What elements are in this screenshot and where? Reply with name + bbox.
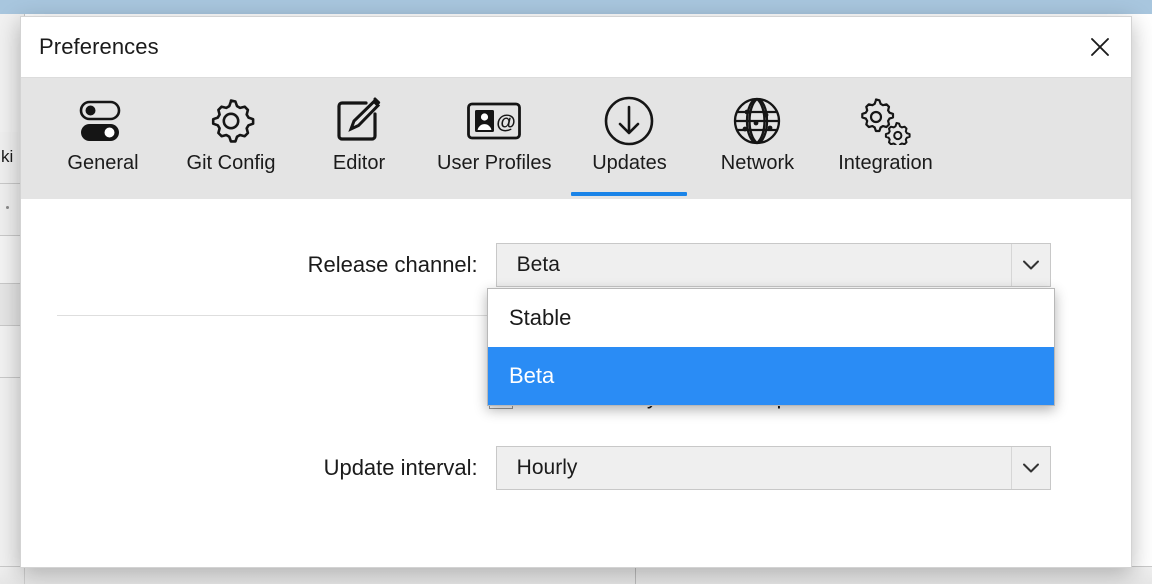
tab-underline bbox=[45, 192, 161, 196]
tab-editor[interactable]: Editor bbox=[295, 78, 423, 200]
dropdown-option-stable[interactable]: Stable bbox=[488, 289, 1054, 347]
tab-underline bbox=[301, 192, 417, 196]
tab-label: Network bbox=[720, 152, 795, 174]
release-channel-label: Release channel: bbox=[307, 252, 478, 277]
dropdown-option-beta[interactable]: Beta bbox=[488, 347, 1054, 405]
preferences-tabstrip: General Git Config Editor @ User Profile… bbox=[21, 77, 1131, 199]
close-icon bbox=[1089, 36, 1111, 58]
tab-label: Git Config bbox=[186, 152, 276, 174]
release-channel-combobox[interactable]: Beta bbox=[495, 243, 1051, 287]
release-channel-value: Beta bbox=[516, 253, 560, 276]
tab-label: Editor bbox=[332, 152, 386, 174]
pencil-square-icon bbox=[334, 92, 384, 150]
tab-general[interactable]: General bbox=[39, 78, 167, 200]
background-window-titlebar bbox=[0, 0, 1152, 14]
tab-label: Updates bbox=[592, 152, 667, 174]
toggles-icon bbox=[77, 92, 129, 150]
svg-text:@: @ bbox=[496, 112, 516, 134]
close-button[interactable] bbox=[1069, 17, 1131, 76]
contact-card-icon: @ bbox=[466, 92, 522, 150]
background-window-statusbar bbox=[0, 566, 1152, 584]
globe-icon bbox=[731, 92, 783, 150]
gear-icon bbox=[206, 92, 256, 150]
tab-label: Integration bbox=[838, 152, 933, 174]
tab-underline bbox=[827, 192, 943, 196]
tab-underline bbox=[173, 192, 289, 196]
dialog-titlebar: Preferences bbox=[21, 17, 1131, 77]
dialog-title: Preferences bbox=[39, 34, 159, 59]
tab-label: General bbox=[67, 152, 139, 174]
tab-integration[interactable]: Integration bbox=[821, 78, 949, 200]
screen: ki Preferences General Git Config Editor… bbox=[0, 0, 1152, 584]
chevron-down-icon[interactable] bbox=[1011, 447, 1050, 489]
tab-underline bbox=[699, 192, 815, 196]
tab-git-config[interactable]: Git Config bbox=[167, 78, 295, 200]
statusbar-divider bbox=[24, 567, 25, 584]
chevron-down-icon[interactable] bbox=[1011, 244, 1050, 286]
gears-icon bbox=[858, 92, 912, 150]
tab-label: User Profiles bbox=[437, 152, 552, 174]
update-interval-row: Update interval: Hourly bbox=[21, 446, 1051, 490]
update-interval-value: Hourly bbox=[516, 456, 578, 479]
tab-user-profiles[interactable]: @ User Profiles bbox=[423, 78, 565, 200]
release-channel-dropdown-popup[interactable]: Stable Beta bbox=[487, 288, 1055, 406]
tab-underline bbox=[571, 192, 688, 196]
tab-updates[interactable]: Updates bbox=[565, 78, 693, 200]
statusbar-divider bbox=[635, 567, 636, 584]
update-interval-combobox[interactable]: Hourly bbox=[495, 446, 1051, 490]
download-circle-icon bbox=[603, 92, 655, 150]
tab-network[interactable]: Network bbox=[693, 78, 821, 200]
update-interval-label: Update interval: bbox=[323, 455, 478, 480]
release-channel-row: Release channel: Beta bbox=[21, 243, 1051, 287]
tab-underline bbox=[429, 192, 559, 196]
